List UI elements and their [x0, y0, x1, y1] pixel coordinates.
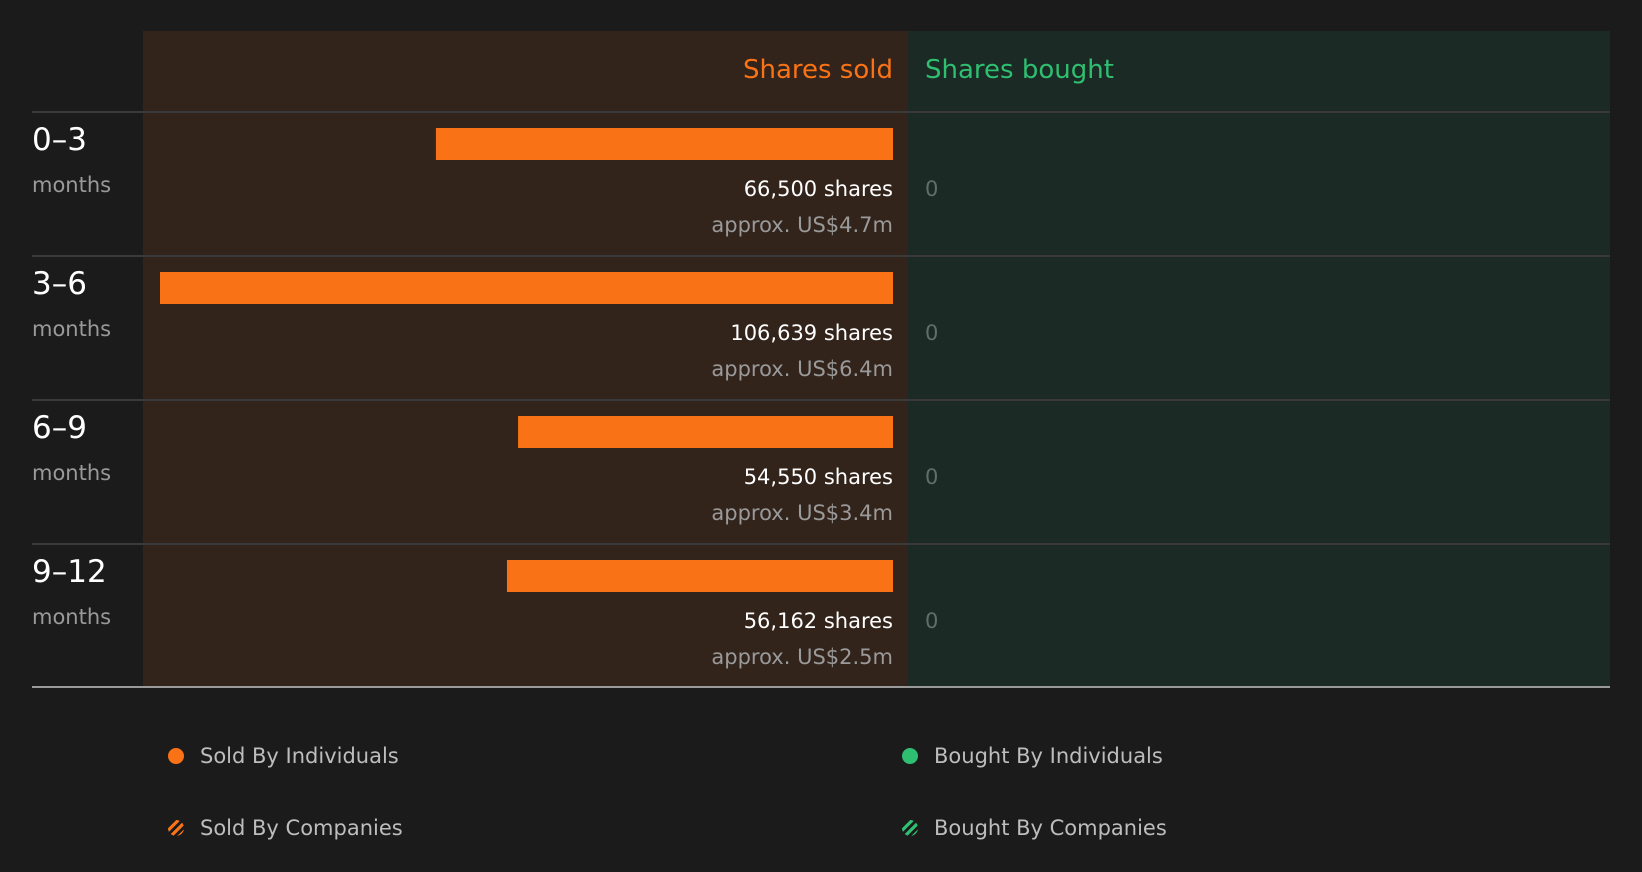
legend: Sold By Individuals Bought By Individual… [0, 700, 1642, 872]
sold-column-header: Shares sold [743, 55, 893, 85]
sold-shares-label: 56,162 shares [744, 609, 893, 633]
period-label: 0–3 [32, 122, 87, 158]
period-unit: months [32, 605, 111, 629]
period-unit: months [32, 317, 111, 341]
sold-bar [518, 416, 893, 448]
sold-shares-label: 106,639 shares [730, 321, 893, 345]
hatched-dot-icon [902, 820, 918, 836]
sold-shares-label: 66,500 shares [744, 177, 893, 201]
legend-label: Bought By Companies [934, 816, 1167, 840]
period-unit: months [32, 461, 111, 485]
legend-item-bought-individuals: Bought By Individuals [902, 744, 1163, 768]
bought-shares-label: 0 [925, 609, 938, 633]
bought-shares-label: 0 [925, 177, 938, 201]
legend-item-bought-companies: Bought By Companies [902, 816, 1167, 840]
sold-bar [506, 560, 893, 592]
sold-value-label: approx. US$4.7m [711, 213, 893, 237]
legend-label: Sold By Companies [200, 816, 403, 840]
hatched-dot-icon [168, 820, 184, 836]
sold-value-label: approx. US$6.4m [711, 357, 893, 381]
bought-panel-background [908, 31, 1610, 687]
period-label: 9–12 [32, 554, 107, 590]
legend-label: Sold By Individuals [200, 744, 399, 768]
insider-trading-chart: Shares sold Shares bought 0–3 months 66,50… [32, 31, 1610, 688]
legend-label: Bought By Individuals [934, 744, 1163, 768]
legend-item-sold-individuals: Sold By Individuals [168, 744, 399, 768]
period-unit: months [32, 173, 111, 197]
dot-icon [902, 748, 918, 764]
bought-column-header: Shares bought [925, 55, 1114, 85]
sold-value-label: approx. US$2.5m [711, 645, 893, 669]
dot-icon [168, 748, 184, 764]
period-label: 6–9 [32, 410, 87, 446]
sold-bar [160, 272, 893, 304]
sold-bar [435, 128, 893, 160]
sold-value-label: approx. US$3.4m [711, 501, 893, 525]
sold-shares-label: 54,550 shares [744, 465, 893, 489]
legend-item-sold-companies: Sold By Companies [168, 816, 403, 840]
bought-shares-label: 0 [925, 321, 938, 345]
period-label: 3–6 [32, 266, 87, 302]
bought-shares-label: 0 [925, 465, 938, 489]
